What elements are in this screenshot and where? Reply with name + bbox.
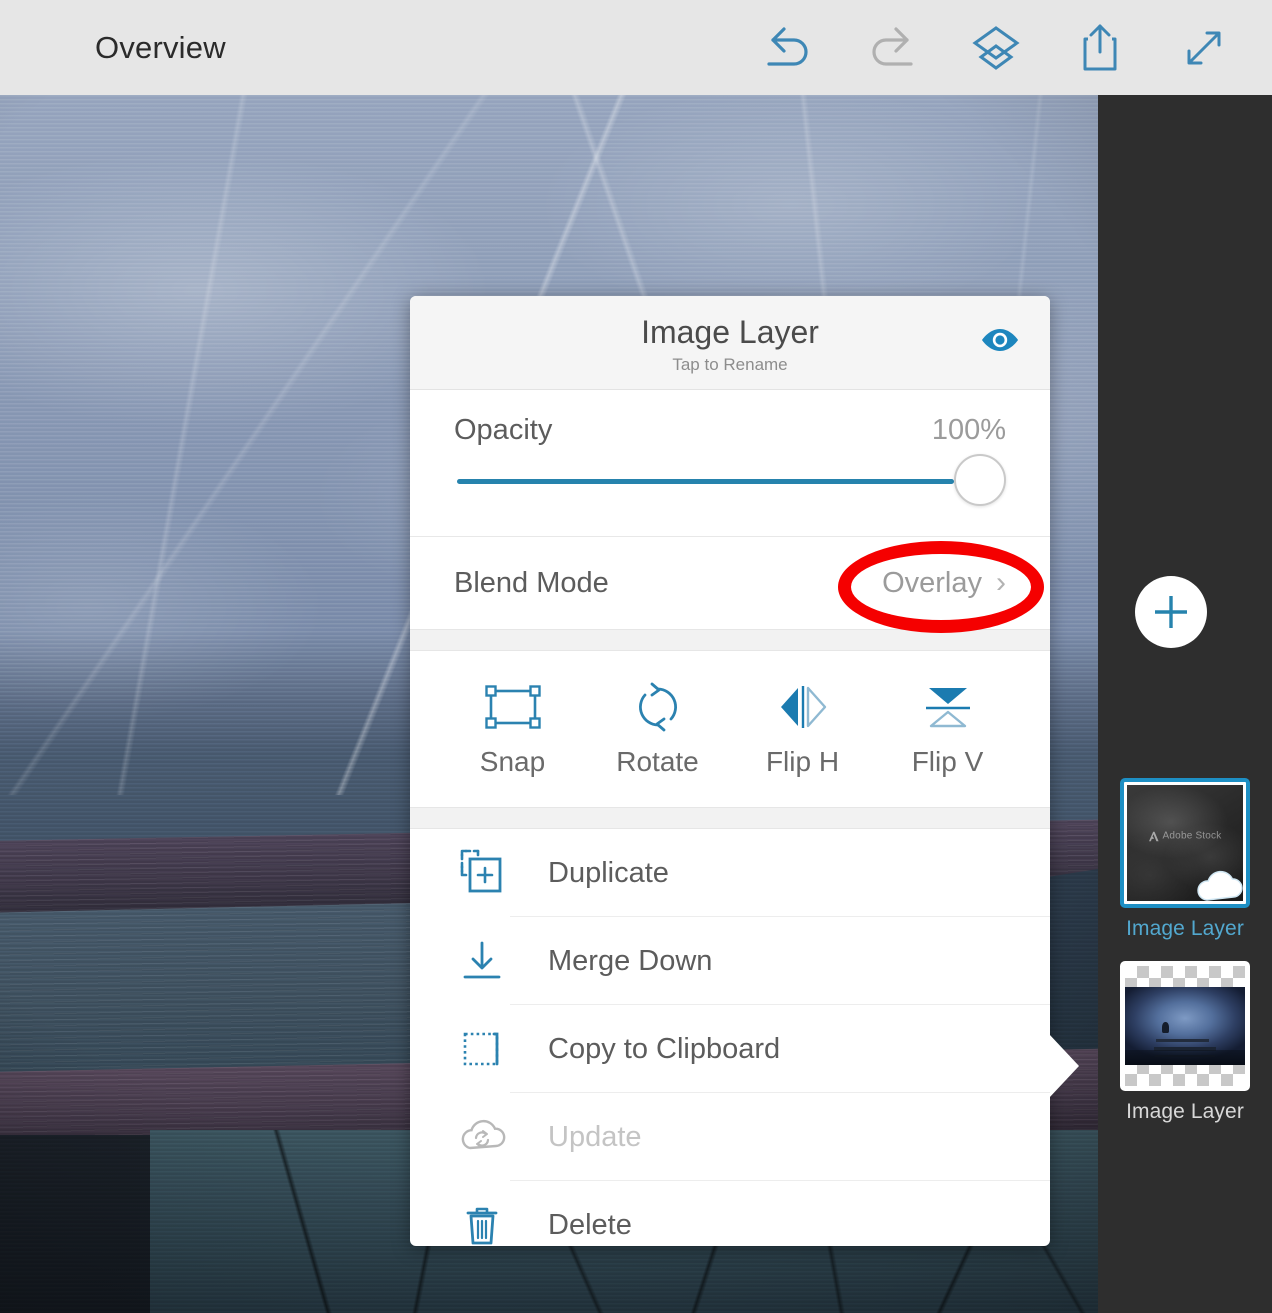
copy-to-clipboard-action[interactable]: Copy to Clipboard: [410, 1005, 1050, 1093]
rotate-tool[interactable]: Rotate: [585, 680, 730, 778]
opacity-slider[interactable]: [454, 454, 1006, 506]
layer-thumbnail-0[interactable]: Adobe Stock: [1120, 778, 1250, 908]
bench-fog-photo: [1125, 987, 1245, 1065]
layer-item-0[interactable]: Adobe Stock Image Layer: [1098, 778, 1272, 941]
adobe-stock-watermark: Adobe Stock: [1127, 831, 1243, 842]
layer-caption-1: Image Layer: [1126, 1100, 1244, 1123]
layers-icon: [972, 25, 1020, 70]
transform-tools-row: Snap Rotate Flip H Flip V: [410, 651, 1050, 807]
layer-actions-list: Duplicate Merge Down Copy to Clipboard U…: [410, 829, 1050, 1269]
section-separator: [410, 807, 1050, 829]
copy-to-clipboard-label: Copy to Clipboard: [548, 1032, 781, 1065]
copy-to-clipboard-icon: [454, 1023, 510, 1075]
snap-icon: [440, 680, 585, 734]
rotate-label: Rotate: [616, 746, 699, 777]
layer-visibility-toggle[interactable]: [980, 326, 1020, 354]
section-separator: [410, 629, 1050, 651]
flip-horizontal-icon: [730, 680, 875, 734]
opacity-slider-thumb[interactable]: [954, 454, 1006, 506]
photo-ground: [1125, 1050, 1245, 1065]
delete-label: Delete: [548, 1208, 632, 1241]
duplicate-action[interactable]: Duplicate: [410, 829, 1050, 917]
fullscreen-icon: [1187, 31, 1221, 64]
opacity-value: 100%: [931, 414, 1006, 446]
cloud-update-icon: [454, 1111, 510, 1163]
chevron-right-icon: ›: [996, 566, 1006, 599]
layer-thumbnail-image-0: Adobe Stock: [1127, 785, 1243, 901]
flip-vertical-label: Flip V: [911, 746, 984, 777]
redo-icon: [872, 26, 913, 66]
flip-vertical-tool[interactable]: Flip V: [875, 680, 1020, 778]
watermark-text: Adobe Stock: [1162, 830, 1222, 842]
undo-icon: [767, 26, 808, 66]
blend-mode-value[interactable]: Overlay ›: [882, 567, 1006, 600]
flip-horizontal-label: Flip H: [765, 746, 840, 777]
opacity-row: Opacity 100%: [410, 390, 1050, 536]
trash-icon: [454, 1199, 510, 1251]
layers-button[interactable]: [970, 22, 1022, 74]
layer-thumbnail-1[interactable]: [1120, 961, 1250, 1091]
bird-silhouette: [1162, 1022, 1170, 1034]
rotate-icon: [585, 680, 730, 734]
fullscreen-button[interactable]: [1178, 22, 1230, 74]
plus-icon: [1155, 596, 1187, 628]
blend-mode-current: Overlay: [882, 566, 982, 599]
opacity-slider-track: [457, 479, 954, 484]
blend-mode-label: Blend Mode: [454, 566, 609, 599]
top-toolbar: Overview: [0, 0, 1272, 95]
redo-button[interactable]: [866, 22, 918, 74]
flip-horizontal-tool[interactable]: Flip H: [730, 680, 875, 778]
flip-vertical-icon: [875, 680, 1020, 734]
share-icon: [1083, 24, 1117, 70]
layers-sidebar: Adobe Stock Image Layer Image Layer: [1098, 95, 1272, 1313]
layer-caption-0: Image Layer: [1126, 917, 1244, 940]
bench-back-slat: [1156, 1038, 1209, 1042]
layer-item-1[interactable]: Image Layer: [1098, 961, 1272, 1124]
update-label: Update: [548, 1120, 642, 1153]
duplicate-label: Duplicate: [548, 856, 669, 889]
merge-down-action[interactable]: Merge Down: [410, 917, 1050, 1005]
toolbar-actions: [762, 22, 1230, 74]
cloud-icon: [1197, 870, 1243, 901]
merge-down-label: Merge Down: [548, 944, 713, 977]
page-title: Overview: [95, 29, 226, 65]
update-action: Update: [410, 1093, 1050, 1181]
popover-header: Image Layer Tap to Rename: [410, 296, 1050, 390]
layer-name[interactable]: Image Layer: [410, 296, 1050, 351]
undo-button[interactable]: [762, 22, 814, 74]
rename-hint-label: Tap to Rename: [672, 355, 788, 374]
adobe-logo-icon: [1148, 831, 1159, 841]
opacity-label: Opacity: [454, 414, 553, 446]
add-layer-button[interactable]: [1135, 576, 1207, 648]
delete-action[interactable]: Delete: [410, 1181, 1050, 1269]
popover-pointer: [1049, 1034, 1079, 1098]
eye-icon: [982, 329, 1018, 351]
merge-down-icon: [454, 935, 510, 987]
layer-thumbnail-image-1: [1125, 966, 1245, 1086]
share-button[interactable]: [1074, 22, 1126, 74]
layer-settings-popover: Image Layer Tap to Rename Opacity 100% B…: [410, 296, 1079, 1246]
snap-tool[interactable]: Snap: [440, 680, 585, 778]
duplicate-icon: [454, 847, 510, 899]
blend-mode-row[interactable]: Blend Mode Overlay ›: [410, 537, 1050, 629]
snap-label: Snap: [479, 746, 546, 777]
